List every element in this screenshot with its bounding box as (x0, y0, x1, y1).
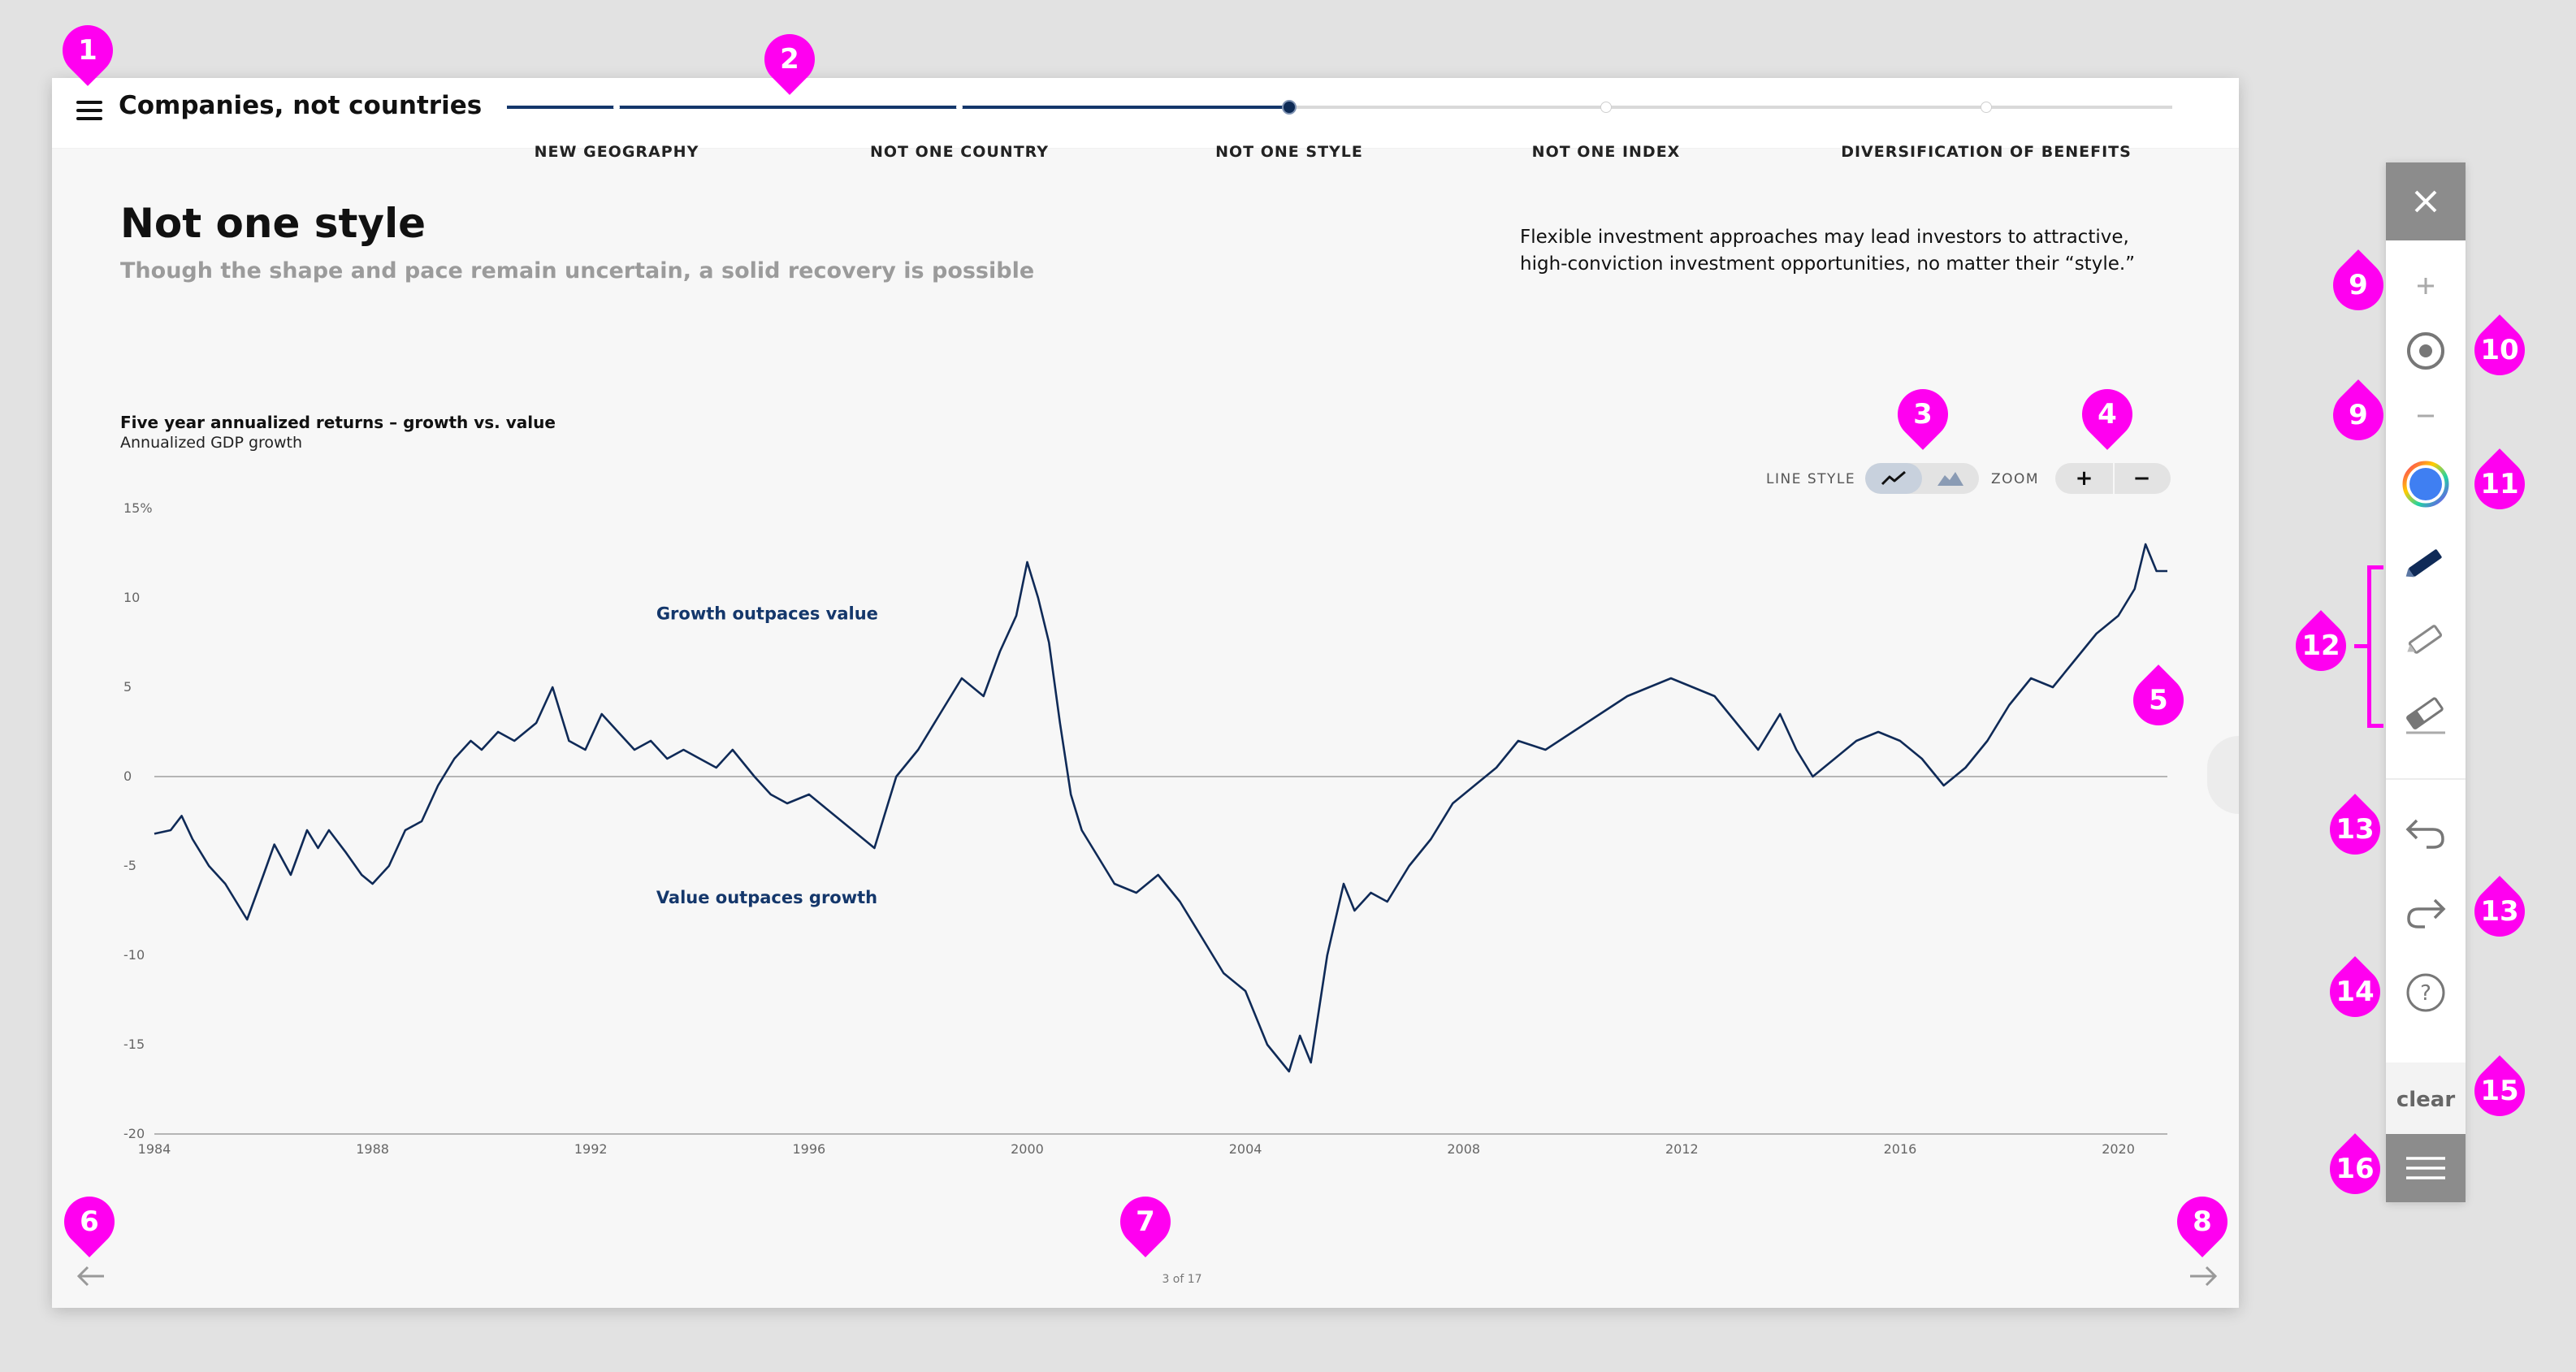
pen-tool-button[interactable] (2386, 530, 2466, 595)
callout-marker: 16 (2319, 1133, 2391, 1205)
color-wheel-icon (2402, 461, 2449, 508)
eraser-icon (2406, 697, 2445, 734)
tool-group-bracket-tick (2354, 644, 2370, 648)
brush-size-button[interactable] (2386, 318, 2466, 383)
y-tick-label: -20 (123, 1126, 145, 1141)
callout-marker: 11 (2464, 448, 2535, 520)
y-tick-label: -5 (123, 858, 136, 873)
highlighter-icon (2407, 625, 2443, 654)
callout-marker: 4 (2072, 379, 2143, 450)
clear-button[interactable]: clear (2386, 1063, 2466, 1137)
annotation-toolbar: ? clear (2386, 162, 2466, 1202)
y-tick-label: 5 (123, 679, 132, 695)
callout-marker: 10 (2464, 314, 2535, 386)
series-line (154, 543, 2167, 1073)
next-arrow-icon[interactable] (2187, 1262, 2219, 1290)
x-tick-label: 2004 (1229, 1141, 1262, 1157)
color-picker-button[interactable] (2386, 452, 2466, 517)
y-tick-label: 15% (123, 500, 153, 516)
returns-line-chart: 15% 10 5 0 -5 -10 -15 -201984 1988 1992 1996 2000 20… (123, 500, 2167, 1157)
x-tick-label: 2016 (1884, 1141, 1917, 1157)
y-tick-label: -15 (123, 1037, 145, 1052)
toolbar-divider (2386, 778, 2466, 780)
toolbar-menu-button[interactable] (2386, 1134, 2466, 1202)
zoom-in-icon (2418, 278, 2434, 294)
y-tick-label: -10 (123, 947, 145, 963)
redo-icon (2407, 898, 2446, 928)
x-tick-label: 2020 (2102, 1141, 2135, 1157)
x-tick-label: 2012 (1665, 1141, 1699, 1157)
undo-button[interactable] (2386, 801, 2466, 866)
x-tick-label: 1996 (792, 1141, 825, 1157)
x-tick-label: 1988 (356, 1141, 389, 1157)
close-icon (2414, 190, 2437, 213)
callout-marker: 9 (2323, 379, 2394, 451)
close-toolbar-button[interactable] (2386, 162, 2466, 240)
target-icon (2407, 332, 2444, 370)
x-tick-label: 2000 (1011, 1141, 1044, 1157)
highlighter-tool-button[interactable] (2386, 606, 2466, 671)
previous-arrow-icon[interactable] (75, 1262, 107, 1290)
callout-marker: 7 (1110, 1186, 1181, 1257)
callout-marker: 14 (2319, 956, 2391, 1028)
y-tick-label: 0 (123, 768, 132, 784)
callout-marker: 3 (1887, 379, 1959, 450)
svg-text:?: ? (2420, 981, 2431, 1006)
page-counter: 3 of 17 (1162, 1273, 1202, 1286)
x-tick-label: 1984 (138, 1141, 171, 1157)
zoom-out-icon (2418, 414, 2434, 418)
brush-size-increase-button[interactable] (2386, 253, 2466, 318)
callout-marker: 12 (2285, 610, 2357, 682)
callout-marker: 15 (2464, 1055, 2535, 1127)
presentation-window: Companies, not countries NEW GEOGRAPHY N… (52, 78, 2239, 1308)
chart-annotation-value: Value outpaces growth (656, 888, 877, 907)
redo-button[interactable] (2386, 881, 2466, 946)
callout-marker: 5 (2123, 664, 2194, 736)
callout-marker: 2 (754, 24, 825, 95)
callout-marker: 13 (2319, 794, 2391, 865)
chart-annotation-growth: Growth outpaces value (656, 604, 878, 623)
menu-icon (2406, 1157, 2445, 1179)
y-tick-label: 10 (123, 590, 140, 605)
callout-marker: 13 (2464, 876, 2535, 947)
help-button[interactable]: ? (2386, 960, 2466, 1025)
x-tick-label: 2008 (1447, 1141, 1480, 1157)
brush-size-decrease-button[interactable] (2386, 383, 2466, 448)
callout-marker: 9 (2323, 249, 2394, 321)
callout-marker: 8 (2167, 1186, 2238, 1257)
x-tick-label: 1992 (574, 1141, 608, 1157)
callout-marker: 6 (54, 1186, 125, 1257)
undo-icon (2405, 819, 2444, 849)
callout-marker: 1 (52, 15, 123, 86)
pen-icon (2405, 549, 2442, 578)
help-icon: ? (2406, 973, 2445, 1012)
eraser-tool-button[interactable] (2386, 682, 2466, 747)
